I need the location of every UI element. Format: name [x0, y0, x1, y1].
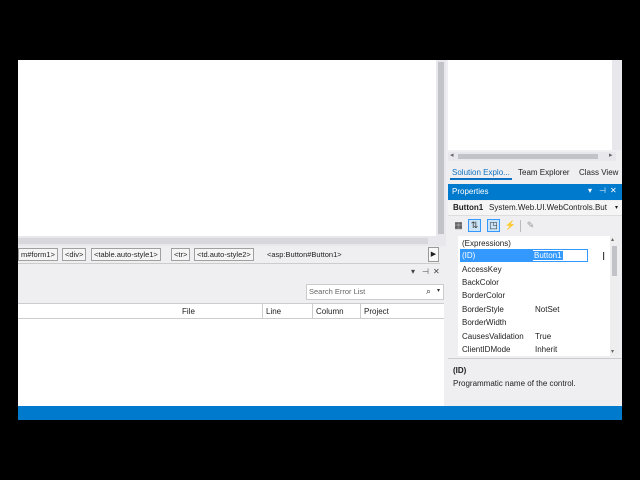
panel-horizontal-scrollbar[interactable]: ◂ ▸ [448, 152, 616, 161]
property-name: AccessKey [462, 265, 502, 274]
description-heading: (ID) [453, 366, 467, 375]
properties-title: Properties [452, 187, 489, 196]
property-description: (ID) Programmatic name of the control. [448, 358, 622, 405]
column-column[interactable]: Column [316, 307, 344, 316]
property-row[interactable]: BorderColor [458, 289, 610, 302]
properties-toolbar: ▦ ⇅ ◳ ⚡ ✎ [448, 217, 622, 235]
object-selector[interactable]: Button1 System.Web.UI.WebControls.But ▾ [448, 201, 622, 216]
tab-solution-explorer[interactable]: Solution Explo... [450, 167, 512, 180]
column-divider [360, 304, 361, 318]
search-placeholder: Search Error List [309, 287, 366, 296]
visual-studio-window: m#form1> <div> <table.auto-style1> <tr> … [18, 60, 622, 420]
close-icon[interactable]: ✕ [610, 186, 617, 195]
property-grid-scrollbar[interactable]: ▴ ▾ [610, 236, 619, 356]
alphabetical-icon[interactable]: ⇅ [468, 219, 481, 232]
property-name: BorderColor [462, 291, 506, 300]
property-row[interactable]: AccessKey [458, 263, 610, 276]
property-row[interactable]: BackColor [458, 276, 610, 289]
tab-team-explorer[interactable]: Team Explorer [516, 167, 572, 178]
error-list-grid: File Line Column Project [18, 303, 444, 406]
properties-titlebar: Properties ▾ ⊣ ✕ [448, 184, 622, 200]
property-value[interactable]: True [535, 332, 551, 341]
property-grid: (Expressions) (ID) Button1 I AccessKey B… [458, 236, 610, 356]
property-name: BackColor [462, 278, 499, 287]
property-value-input[interactable]: Button1 [532, 249, 588, 262]
property-value[interactable]: Inherit [535, 345, 557, 354]
property-row[interactable]: ClientIDMode Inherit [458, 343, 610, 356]
crumb-td[interactable]: <td.auto-style2> [194, 248, 254, 261]
object-name: Button1 [453, 203, 484, 212]
property-name: CausesValidation [462, 332, 524, 341]
selected-value-text: Button1 [533, 251, 563, 260]
property-name: ClientIDMode [462, 345, 511, 354]
events-icon[interactable]: ⚡ [504, 219, 517, 232]
design-surface[interactable] [18, 60, 436, 236]
crumb-table[interactable]: <table.auto-style1> [91, 248, 161, 261]
search-icon[interactable]: ⌕ [426, 286, 431, 297]
property-name: BorderStyle [462, 305, 504, 314]
property-pages-icon[interactable]: ✎ [524, 219, 537, 232]
solution-explorer-content [448, 60, 622, 150]
crumb-button[interactable]: <asp:Button#Button1> [264, 248, 345, 261]
property-name: BorderWidth [462, 318, 507, 327]
tab-class-view[interactable]: Class View [577, 167, 620, 178]
column-divider [262, 304, 263, 318]
crumb-tr[interactable]: <tr> [171, 248, 191, 261]
scroll-down-icon[interactable]: ▾ [611, 348, 614, 355]
property-row[interactable]: BorderStyle NotSet [458, 303, 610, 316]
breadcrumb-scroll-right-icon[interactable]: ▶ [428, 247, 439, 262]
scroll-up-icon[interactable]: ▴ [611, 236, 614, 243]
status-bar [18, 406, 622, 420]
property-row[interactable]: BorderWidth [458, 316, 610, 329]
crumb-form[interactable]: m#form1> [18, 248, 58, 261]
object-type: System.Web.UI.WebControls.But [489, 203, 607, 212]
toolbar-divider [520, 220, 521, 232]
pin-icon[interactable]: ⊣ [599, 186, 606, 195]
tag-breadcrumb: m#form1> <div> <table.auto-style1> <tr> … [18, 246, 440, 264]
scroll-thumb[interactable] [18, 238, 428, 244]
property-row[interactable]: CausesValidation True [458, 330, 610, 343]
panel-vertical-scrollbar[interactable] [612, 60, 622, 150]
error-list-header: File Line Column Project [18, 304, 444, 319]
description-text: Programmatic name of the control. [453, 379, 576, 388]
scroll-thumb[interactable] [438, 62, 444, 234]
column-line[interactable]: Line [266, 307, 281, 316]
chevron-down-icon[interactable]: ▾ [615, 204, 618, 211]
column-file[interactable]: File [182, 307, 195, 316]
property-row-selected[interactable]: (ID) Button1 I [458, 249, 610, 263]
error-search-input[interactable]: Search Error List ⌕ ▾ [306, 284, 444, 300]
crumb-div[interactable]: <div> [62, 248, 87, 261]
property-value[interactable]: NotSet [535, 305, 559, 314]
panel-tabs: Solution Explo... Team Explorer Class Vi… [448, 165, 622, 181]
dropdown-icon[interactable]: ▾ [411, 267, 415, 276]
pin-icon[interactable]: ⊣ [422, 267, 429, 276]
chevron-down-icon[interactable]: ▾ [437, 287, 440, 294]
text-cursor-icon: I [602, 250, 606, 263]
scroll-right-icon[interactable]: ▸ [609, 151, 613, 159]
dropdown-icon[interactable]: ▾ [588, 186, 592, 195]
designer-horizontal-scrollbar[interactable] [18, 236, 436, 246]
scroll-thumb[interactable] [458, 154, 598, 159]
designer-vertical-scrollbar[interactable] [436, 60, 446, 246]
properties-icon[interactable]: ◳ [487, 219, 500, 232]
scroll-thumb[interactable] [612, 246, 617, 276]
column-project[interactable]: Project [364, 307, 389, 316]
property-name: (Expressions) [462, 239, 511, 248]
column-divider [312, 304, 313, 318]
scroll-left-icon[interactable]: ◂ [450, 151, 454, 159]
close-icon[interactable]: ✕ [433, 267, 440, 276]
error-list-titlebar: ▾ ⊣ ✕ [18, 266, 446, 280]
categorized-icon[interactable]: ▦ [452, 219, 465, 232]
property-name: (ID) [460, 249, 532, 262]
